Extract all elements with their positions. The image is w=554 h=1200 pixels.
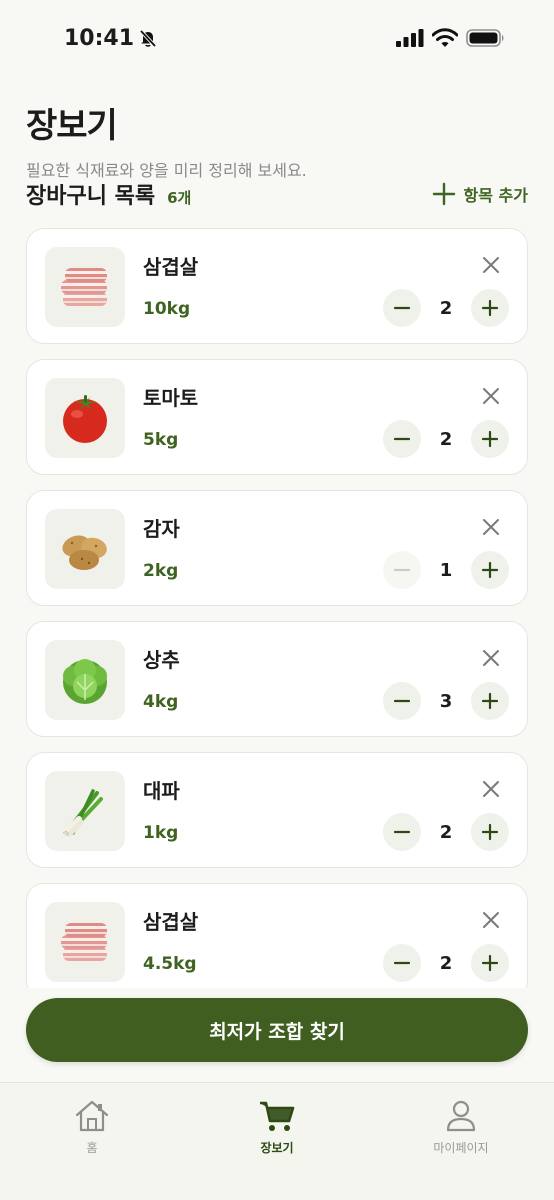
- remove-item-button[interactable]: [479, 384, 503, 408]
- increment-button[interactable]: [471, 551, 509, 589]
- pork-belly-icon: [45, 902, 125, 982]
- plus-icon: [481, 692, 499, 710]
- quantity-stepper: 3: [383, 682, 509, 720]
- item-name: 감자: [143, 517, 180, 541]
- remove-item-button[interactable]: [479, 253, 503, 277]
- increment-button[interactable]: [471, 420, 509, 458]
- quantity-stepper: 2: [383, 813, 509, 851]
- item-weight: 5kg: [143, 430, 179, 450]
- remove-item-button[interactable]: [479, 777, 503, 801]
- battery-icon: [466, 29, 504, 47]
- decrement-button[interactable]: [383, 420, 421, 458]
- quantity-stepper: 2: [383, 289, 509, 327]
- decrement-button[interactable]: [383, 289, 421, 327]
- cart-item-count: 6개: [167, 189, 192, 207]
- potato-icon: [45, 509, 125, 589]
- minus-icon: [393, 437, 411, 441]
- quantity-value: 1: [439, 559, 453, 581]
- plus-icon: [432, 182, 455, 206]
- cart-item: 삼겹살 10kg 2: [26, 228, 528, 344]
- status-time: 10:41: [64, 26, 158, 51]
- minus-icon: [393, 568, 411, 572]
- cart-list-title: 장바구니 목록: [26, 184, 156, 209]
- find-lowest-price-button[interactable]: 최저가 조합 찾기: [26, 998, 528, 1062]
- tab-mypage-label: 마이페이지: [433, 1141, 489, 1155]
- tab-home[interactable]: 홈: [32, 1099, 152, 1156]
- item-weight: 4kg: [143, 692, 179, 712]
- page-title: 장보기: [26, 106, 118, 146]
- tomato-icon: [45, 378, 125, 458]
- cart-item: 토마토 5kg 2: [26, 359, 528, 475]
- minus-icon: [393, 961, 411, 965]
- person-icon: [446, 1100, 476, 1132]
- plus-icon: [481, 561, 499, 579]
- cart-item: 상추 4kg 3: [26, 621, 528, 737]
- signal-icon: [396, 29, 424, 47]
- decrement-button-disabled[interactable]: [383, 551, 421, 589]
- plus-icon: [481, 954, 499, 972]
- item-weight: 10kg: [143, 299, 191, 319]
- item-weight: 4.5kg: [143, 954, 197, 974]
- decrement-button[interactable]: [383, 682, 421, 720]
- cart-list[interactable]: 삼겹살 10kg 2 토마토 5kg 2 감자 2kg 1 상추 4kg 3 대…: [0, 226, 554, 988]
- lettuce-icon: [45, 640, 125, 720]
- remove-item-button[interactable]: [479, 646, 503, 670]
- item-name: 토마토: [143, 386, 199, 410]
- cart-item: 삼겹살 4.5kg 2: [26, 883, 528, 988]
- decrement-button[interactable]: [383, 944, 421, 982]
- cart-list-header: 장바구니 목록 6개 항목 추가: [26, 176, 528, 212]
- item-weight: 2kg: [143, 561, 179, 581]
- add-item-button[interactable]: 항목 추가: [432, 182, 528, 206]
- minus-icon: [393, 699, 411, 703]
- item-name: 대파: [143, 779, 180, 803]
- page-header: 장보기 필요한 식재료와 양을 미리 정리해 보세요.: [26, 98, 528, 181]
- minus-icon: [393, 306, 411, 310]
- remove-item-button[interactable]: [479, 908, 503, 932]
- find-lowest-price-label: 최저가 조합 찾기: [209, 1020, 345, 1043]
- cart-item: 대파 1kg 2: [26, 752, 528, 868]
- decrement-button[interactable]: [383, 813, 421, 851]
- tab-home-label: 홈: [86, 1141, 98, 1155]
- minus-icon: [393, 830, 411, 834]
- bottom-tab-bar: 홈 장보기 마이페이지: [0, 1082, 554, 1200]
- quantity-stepper: 2: [383, 944, 509, 982]
- increment-button[interactable]: [471, 813, 509, 851]
- status-icons: [396, 28, 506, 48]
- item-name: 삼겹살: [143, 910, 199, 934]
- status-bar: 10:41: [0, 0, 554, 76]
- plus-icon: [481, 299, 499, 317]
- bell-off-icon: [139, 29, 157, 48]
- item-name: 상추: [143, 648, 180, 672]
- quantity-value: 3: [439, 690, 453, 712]
- quantity-value: 2: [439, 428, 453, 450]
- increment-button[interactable]: [471, 289, 509, 327]
- home-icon: [75, 1100, 109, 1132]
- add-item-label: 항목 추가: [463, 186, 528, 205]
- pork-belly-icon: [45, 247, 125, 327]
- item-weight: 1kg: [143, 823, 179, 843]
- increment-button[interactable]: [471, 682, 509, 720]
- quantity-stepper: 2: [383, 420, 509, 458]
- quantity-value: 2: [439, 821, 453, 843]
- tab-shopping-label: 장보기: [260, 1141, 294, 1155]
- plus-icon: [481, 430, 499, 448]
- cart-icon: [260, 1101, 295, 1131]
- tab-shopping[interactable]: 장보기: [217, 1099, 337, 1156]
- tab-mypage[interactable]: 마이페이지: [401, 1099, 521, 1156]
- wifi-icon: [432, 28, 458, 47]
- remove-item-button[interactable]: [479, 515, 503, 539]
- quantity-stepper: 1: [383, 551, 509, 589]
- time-text: 10:41: [64, 25, 135, 51]
- cart-item: 감자 2kg 1: [26, 490, 528, 606]
- green-onion-icon: [45, 771, 125, 851]
- cart-list-title-group: 장바구니 목록 6개: [26, 178, 191, 210]
- increment-button[interactable]: [471, 944, 509, 982]
- quantity-value: 2: [439, 297, 453, 319]
- item-name: 삼겹살: [143, 255, 199, 279]
- plus-icon: [481, 823, 499, 841]
- quantity-value: 2: [439, 952, 453, 974]
